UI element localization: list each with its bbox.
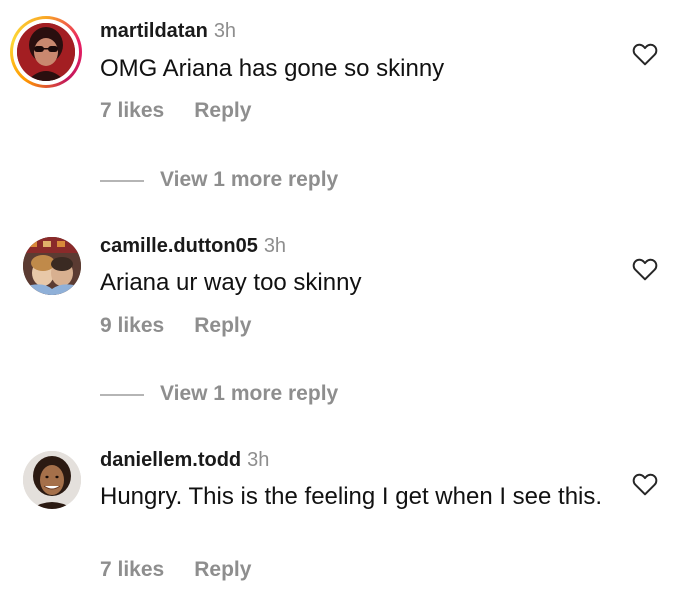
avatar[interactable]	[17, 23, 75, 81]
username[interactable]: daniellem.todd	[100, 449, 241, 471]
view-more-label[interactable]: View 1 more reply	[160, 381, 338, 407]
avatar-image	[23, 237, 81, 295]
comment-text: OMG Ariana has gone so skinny	[100, 55, 445, 82]
timestamp: 3h	[263, 235, 287, 257]
username[interactable]: martildatan	[100, 20, 208, 42]
comment-text: Hungry. This is the feeling I get when I…	[100, 483, 603, 510]
comment-header: camille.dutton05 3h	[100, 234, 286, 258]
heart-icon[interactable]	[632, 472, 658, 496]
timestamp: 3h	[247, 449, 270, 471]
heart-icon[interactable]	[632, 257, 658, 281]
avatar[interactable]	[23, 237, 81, 295]
story-ring[interactable]	[10, 16, 82, 88]
timestamp: 3h	[213, 20, 237, 42]
comment-actions: 9 likes Reply	[100, 313, 251, 339]
likes-count[interactable]: 7 likes	[100, 99, 164, 122]
comment-header: martildatan 3h	[100, 19, 236, 43]
comment-actions: 7 likes Reply	[100, 98, 251, 124]
view-more-label[interactable]: View 1 more reply	[160, 167, 338, 193]
comment-header: daniellem.todd 3h	[100, 448, 269, 472]
avatar-image	[17, 23, 75, 81]
avatar-image	[23, 451, 81, 509]
reply-button[interactable]: Reply	[194, 558, 251, 581]
heart-icon[interactable]	[632, 42, 658, 66]
divider-line	[100, 394, 144, 396]
likes-count[interactable]: 9 likes	[100, 314, 164, 337]
comment-text: Ariana ur way too skinny	[100, 269, 362, 296]
avatar[interactable]	[23, 451, 81, 509]
username[interactable]: camille.dutton05	[100, 235, 258, 257]
reply-button[interactable]: Reply	[194, 314, 251, 337]
likes-count[interactable]: 7 likes	[100, 558, 164, 581]
comment-actions: 7 likes Reply	[100, 557, 251, 583]
divider-line	[100, 180, 144, 182]
reply-button[interactable]: Reply	[194, 99, 251, 122]
